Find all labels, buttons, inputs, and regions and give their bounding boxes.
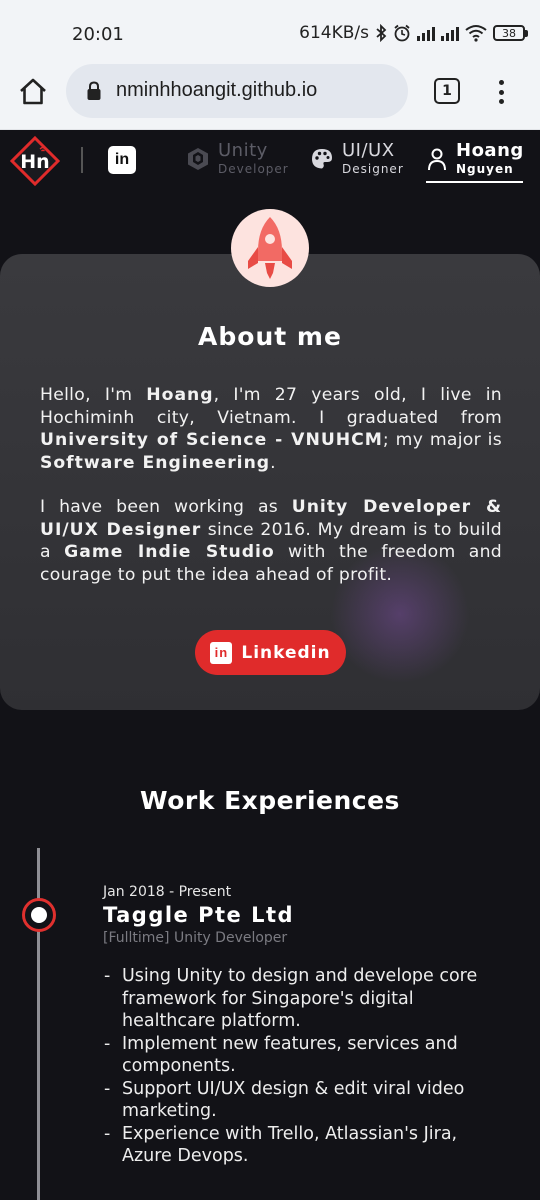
rocket-badge xyxy=(231,209,309,287)
job-responsibilities: Using Unity to design and develope core … xyxy=(103,965,503,1168)
nav-item-unity-label: Unity xyxy=(218,140,268,161)
battery-level: 38 xyxy=(493,25,525,41)
tab-switcher-button[interactable]: 1 xyxy=(434,78,460,104)
job-role: [Fulltime] Unity Developer xyxy=(103,930,288,946)
list-item: Support UI/UX design & edit viral video … xyxy=(103,1078,503,1123)
more-menu-icon[interactable] xyxy=(492,77,510,107)
network-speed: 614KB/s xyxy=(299,23,369,43)
list-item: Experience with Trello, Atlassian's Jira… xyxy=(103,1123,503,1168)
nav-item-unity-sublabel: Developer xyxy=(218,162,289,176)
palette-icon xyxy=(312,148,332,168)
wifi-icon xyxy=(465,25,487,42)
linkedin-button[interactable]: in Linkedin xyxy=(195,630,346,675)
lock-icon xyxy=(87,81,101,100)
nav-item-hoang-sublabel: Nguyen xyxy=(456,162,514,176)
battery-icon: 38 xyxy=(493,25,528,41)
nav-item-unity-developer[interactable]: Unity Developer xyxy=(186,142,289,175)
linkedin-icon[interactable]: in xyxy=(108,146,136,174)
nav-item-hoang-nguyen[interactable]: Hoang Nguyen xyxy=(426,142,524,175)
nav-item-uiux-sublabel: Designer xyxy=(342,162,404,176)
status-icons: 614KB/s 38 xyxy=(299,23,528,43)
signal-icon-2 xyxy=(441,25,459,41)
alarm-icon xyxy=(394,24,410,42)
about-highlight: Game Indie Studio xyxy=(64,542,275,562)
nav-divider xyxy=(81,147,83,173)
linkedin-button-label: Linkedin xyxy=(241,642,331,663)
hn-logo-icon[interactable]: Hn xyxy=(10,136,60,186)
timeline-dot xyxy=(22,898,56,932)
work-experiences-title: Work Experiences xyxy=(140,786,400,815)
nav-item-uiux-label: UI/UX xyxy=(342,140,395,161)
about-paragraph-1: Hello, I'm Hoang, I'm 27 years old, I li… xyxy=(40,384,502,474)
list-item: Implement new features, services and com… xyxy=(103,1033,503,1078)
job-company: Taggle Pte Ltd xyxy=(103,903,295,927)
job-date: Jan 2018 - Present xyxy=(103,884,232,900)
about-text: ; my major is xyxy=(382,430,502,450)
about-highlight: University of Science - VNUHCM xyxy=(40,430,383,450)
site-navbar: Hn in Unity Developer UI/UX Designer Hoa… xyxy=(0,130,540,192)
list-item: Using Unity to design and develope core … xyxy=(103,965,503,1033)
url-text: nminhhoangit.github.io xyxy=(116,79,318,101)
nav-item-hoang-label: Hoang xyxy=(456,140,524,161)
about-text: . xyxy=(270,452,276,473)
rocket-icon xyxy=(248,217,292,279)
unity-icon xyxy=(188,147,208,170)
active-nav-underline xyxy=(426,181,523,183)
bluetooth-icon xyxy=(376,24,387,42)
about-text: I have been working as xyxy=(40,497,292,517)
svg-text:Hn: Hn xyxy=(20,151,49,173)
home-icon[interactable] xyxy=(18,77,48,107)
signal-icon-1 xyxy=(417,25,435,41)
address-bar[interactable]: nminhhoangit.github.io xyxy=(66,64,408,118)
about-highlight: Software Engineering xyxy=(40,452,271,473)
about-title: About me xyxy=(198,322,342,351)
nav-item-uiux-designer[interactable]: UI/UX Designer xyxy=(310,142,404,175)
about-highlight: Hoang xyxy=(146,385,214,405)
status-bar: 20:01 614KB/s 38 xyxy=(0,0,540,64)
status-time: 20:01 xyxy=(72,24,124,45)
about-text: Hello, I'm xyxy=(40,385,147,405)
browser-toolbar: nminhhoangit.github.io 1 xyxy=(0,64,540,130)
linkedin-icon: in xyxy=(210,641,233,664)
about-paragraph-2: I have been working as Unity Developer &… xyxy=(40,496,502,586)
person-icon xyxy=(428,148,446,170)
about-description: Hello, I'm Hoang, I'm 27 years old, I li… xyxy=(40,384,502,608)
